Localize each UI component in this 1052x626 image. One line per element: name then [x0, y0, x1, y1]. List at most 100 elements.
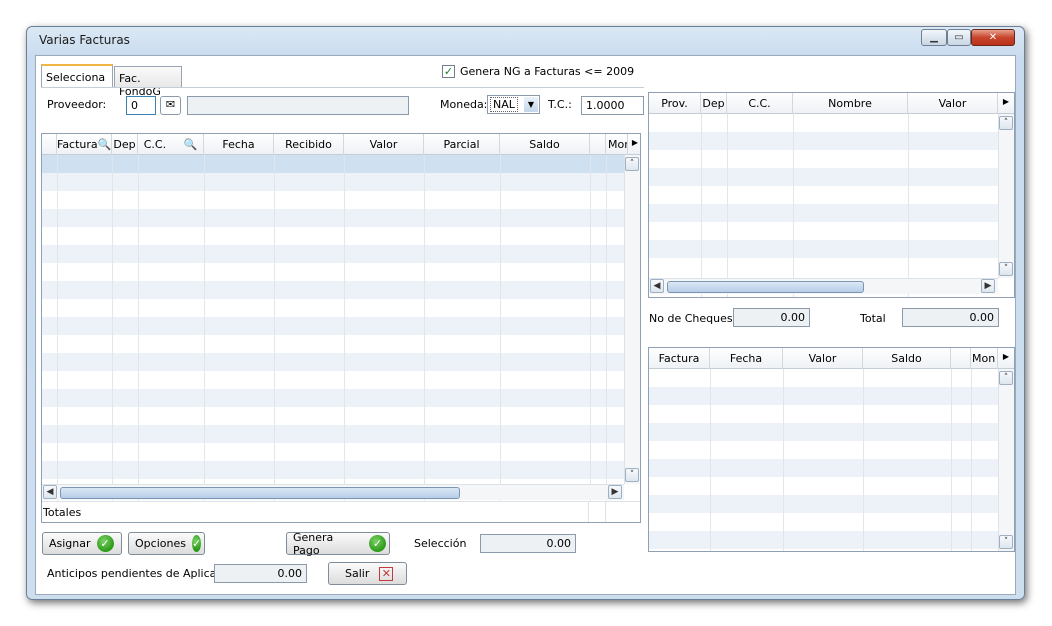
genera-ng-checkbox[interactable]: ✓ [442, 65, 455, 78]
col-header-blank [951, 348, 971, 369]
scroll-up-icon[interactable]: ˄ [999, 116, 1013, 130]
table-row[interactable] [42, 335, 640, 353]
horizontal-scrollbar[interactable]: ◀ ▶ [649, 278, 998, 294]
table-row[interactable] [42, 227, 640, 245]
scroll-down-icon[interactable]: ˅ [625, 468, 639, 482]
table-row[interactable] [649, 258, 1014, 276]
col-header-valor[interactable]: Valor [908, 93, 998, 114]
close-window-button[interactable]: ✕ [971, 29, 1015, 46]
table-row[interactable] [649, 132, 1014, 150]
table-row[interactable] [649, 441, 1014, 459]
table-row[interactable] [42, 191, 640, 209]
table-row[interactable] [42, 407, 640, 425]
scroll-down-icon[interactable]: ˅ [999, 262, 1013, 276]
table-row[interactable] [649, 204, 1014, 222]
col-header-dep[interactable]: Dep [701, 93, 727, 114]
scroll-up-icon[interactable]: ˄ [999, 371, 1013, 385]
col-header-dep[interactable]: Dep [112, 134, 138, 155]
genera-pago-button[interactable]: Genera Pago ✓ [286, 531, 390, 557]
proveedor-lookup-button[interactable]: ✉ [160, 96, 181, 115]
grid-header: Factura🔍 Dep C.C. 🔍 Fecha Recibido Valor… [42, 134, 640, 155]
facturas-grid[interactable]: Factura Fecha Valor Saldo Mon ▶ ˄ ˅ [648, 347, 1015, 552]
tc-label: T.C.: [548, 98, 572, 111]
table-row[interactable] [42, 317, 640, 335]
moneda-select[interactable]: NAL ▼ [487, 95, 540, 114]
salir-button[interactable]: Salir ✕ [328, 562, 407, 585]
table-row[interactable] [42, 281, 640, 299]
scroll-columns-right-icon[interactable]: ▶ [998, 348, 1014, 369]
scroll-right-icon[interactable]: ▶ [981, 279, 995, 293]
tab-label: Selecciona [46, 71, 106, 84]
table-row[interactable] [649, 423, 1014, 441]
table-row[interactable] [649, 387, 1014, 405]
col-header-parcial[interactable]: Parcial [424, 134, 500, 155]
table-row[interactable] [649, 405, 1014, 423]
vertical-scrollbar[interactable]: ˄ ˅ [998, 369, 1014, 551]
table-row[interactable] [649, 459, 1014, 477]
table-row[interactable] [42, 245, 640, 263]
col-header-mon[interactable]: Mon [971, 348, 998, 369]
col-header-factura[interactable]: Factura🔍 [57, 134, 112, 155]
cheques-grid[interactable]: Prov. Dep C.C. Nombre Valor ▶ ˄ ˅ ◀ ▶ [648, 92, 1015, 298]
table-row[interactable] [649, 222, 1014, 240]
search-icon[interactable]: 🔍 [98, 138, 111, 151]
table-row[interactable] [42, 461, 640, 479]
search-icon[interactable]: 🔍 [184, 138, 198, 151]
scroll-down-icon[interactable]: ˅ [999, 535, 1013, 549]
table-row[interactable] [42, 209, 640, 227]
table-row[interactable] [42, 425, 640, 443]
vertical-scrollbar[interactable]: ˄ ˅ [624, 155, 640, 484]
col-header-valor[interactable]: Valor [344, 134, 424, 155]
scroll-columns-right-icon[interactable]: ▶ [628, 134, 640, 155]
table-row[interactable] [42, 443, 640, 461]
col-header-nombre[interactable]: Nombre [793, 93, 908, 114]
table-row[interactable] [42, 155, 640, 173]
col-header-recibido[interactable]: Recibido [274, 134, 344, 155]
table-row[interactable] [649, 168, 1014, 186]
scroll-left-icon[interactable]: ◀ [650, 279, 664, 293]
asignar-button[interactable]: Asignar ✓ [42, 532, 122, 555]
scroll-right-icon[interactable]: ▶ [608, 485, 622, 499]
table-row[interactable] [42, 299, 640, 317]
table-row[interactable] [649, 477, 1014, 495]
minimize-button[interactable]: ▁ [921, 29, 947, 46]
table-row[interactable] [649, 150, 1014, 168]
table-row[interactable] [42, 173, 640, 191]
scroll-thumb[interactable] [667, 281, 864, 293]
col-header-saldo[interactable]: Saldo [863, 348, 951, 369]
tc-input[interactable]: 1.0000 [581, 96, 644, 115]
genera-ng-label: Genera NG a Facturas <= 2009 [460, 65, 635, 78]
table-row[interactable] [649, 513, 1014, 531]
table-row[interactable] [649, 114, 1014, 132]
opciones-button[interactable]: Opciones ✓ [128, 532, 205, 555]
table-row[interactable] [649, 495, 1014, 513]
col-header-fecha[interactable]: Fecha [204, 134, 274, 155]
col-header-valor[interactable]: Valor [783, 348, 863, 369]
tab-selecciona[interactable]: Selecciona [41, 64, 113, 88]
table-row[interactable] [649, 240, 1014, 258]
scroll-up-icon[interactable]: ˄ [625, 157, 639, 171]
table-row[interactable] [42, 389, 640, 407]
facturas-selection-grid[interactable]: Factura🔍 Dep C.C. 🔍 Fecha Recibido Valor… [41, 133, 641, 523]
table-row[interactable] [42, 371, 640, 389]
col-header-cc[interactable]: C.C. 🔍 [138, 134, 204, 155]
table-row[interactable] [649, 186, 1014, 204]
horizontal-scrollbar[interactable]: ◀ ▶ [42, 484, 624, 500]
table-row[interactable] [42, 263, 640, 281]
scroll-left-icon[interactable]: ◀ [43, 485, 57, 499]
col-header-mon[interactable]: Mon [606, 134, 628, 155]
vertical-scrollbar[interactable]: ˄ ˅ [998, 114, 1014, 278]
scroll-thumb[interactable] [60, 487, 460, 499]
scroll-columns-right-icon[interactable]: ▶ [998, 93, 1014, 114]
col-header-saldo[interactable]: Saldo [500, 134, 590, 155]
tab-fac-fondog[interactable]: Fac. FondoG [114, 66, 182, 98]
col-header-fecha[interactable]: Fecha [710, 348, 783, 369]
maximize-button[interactable]: ▭ [947, 29, 971, 46]
proveedor-code-input[interactable]: 0 [126, 96, 156, 115]
table-row[interactable] [649, 369, 1014, 387]
col-header-prov[interactable]: Prov. [649, 93, 701, 114]
col-header-factura[interactable]: Factura [649, 348, 710, 369]
col-header-cc[interactable]: C.C. [727, 93, 793, 114]
table-row[interactable] [649, 531, 1014, 549]
table-row[interactable] [42, 353, 640, 371]
